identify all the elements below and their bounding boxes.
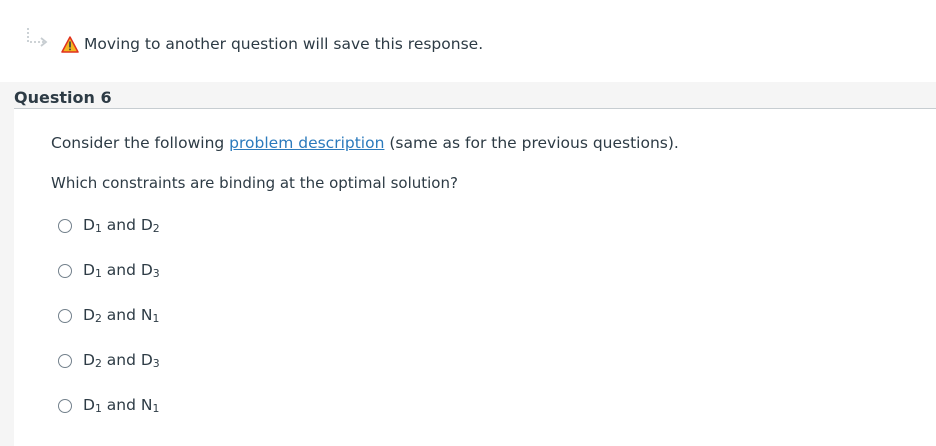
warning-text: Moving to another question will save thi… xyxy=(84,35,484,53)
radio-button[interactable] xyxy=(58,308,72,323)
answer-label[interactable]: D1 and D2 xyxy=(83,216,160,235)
save-warning: Moving to another question will save thi… xyxy=(61,35,483,53)
question-text: Consider the following problem descripti… xyxy=(51,134,679,152)
answer-label[interactable]: D2 and D3 xyxy=(83,351,160,370)
answer-option[interactable]: D2 and D3 xyxy=(58,342,160,387)
answer-option[interactable]: D2 and N1 xyxy=(58,297,160,342)
warning-panel: Moving to another question will save thi… xyxy=(0,0,936,82)
radio-button[interactable] xyxy=(58,218,72,233)
question-intro-tail: (same as for the previous questions). xyxy=(384,134,679,152)
question-block: Question 6 Consider the following proble… xyxy=(14,82,936,446)
quiz-page: Moving to another question will save thi… xyxy=(0,0,936,446)
question-header: Question 6 xyxy=(14,82,936,109)
problem-description-link[interactable]: problem description xyxy=(229,134,384,152)
radio-button[interactable] xyxy=(58,398,72,413)
answer-label[interactable]: D2 and N1 xyxy=(83,306,159,325)
radio-button[interactable] xyxy=(58,263,72,278)
question-title: Question 6 xyxy=(14,88,112,107)
answer-list: D1 and D2 D1 and D3 D2 and N1 D2 and D3 … xyxy=(58,207,160,432)
answer-label[interactable]: D1 and N1 xyxy=(83,396,159,415)
answer-label[interactable]: D1 and D3 xyxy=(83,261,160,280)
answer-option[interactable]: D1 and D3 xyxy=(58,252,160,297)
answer-option[interactable]: D1 and N1 xyxy=(58,387,160,432)
question-prompt: Which constraints are binding at the opt… xyxy=(51,174,458,192)
radio-button[interactable] xyxy=(58,353,72,368)
return-arrow-icon xyxy=(27,28,48,47)
warning-icon xyxy=(61,35,79,53)
question-intro: Consider the following xyxy=(51,134,230,152)
answer-option[interactable]: D1 and D2 xyxy=(58,207,160,252)
